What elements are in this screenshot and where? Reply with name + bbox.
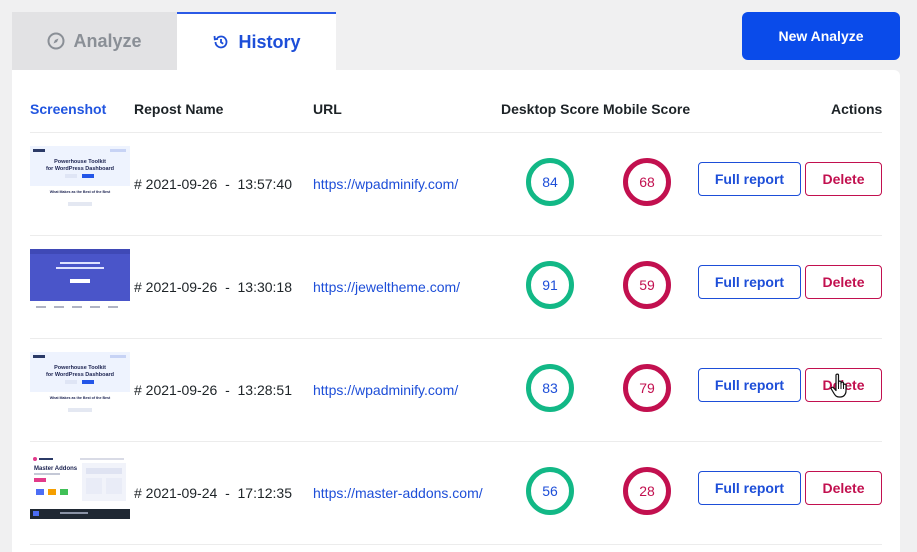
full-report-button[interactable]: Full report (698, 368, 801, 402)
full-report-button[interactable]: Full report (698, 471, 801, 505)
thumb-title: Master Addons (34, 466, 78, 472)
report-url-link[interactable]: https://master-addons.com/ (313, 485, 483, 501)
mobile-score: 28 (623, 467, 671, 515)
report-name: # 2021-09-26 - 13:28:51 (134, 382, 293, 398)
screenshot-thumbnail[interactable]: Powerhouse Toolkit for WordPress Dashboa… (30, 352, 130, 416)
full-report-button[interactable]: Full report (698, 162, 801, 196)
desktop-score: 56 (526, 467, 574, 515)
delete-button[interactable]: Delete (805, 162, 882, 196)
report-name: # 2021-09-26 - 13:30:18 (134, 279, 293, 295)
mobile-score: 79 (623, 364, 671, 412)
delete-button[interactable]: Delete (805, 471, 882, 505)
table-row: # 2021-09-26 - 13:30:18 https://jewelthe… (30, 235, 882, 338)
table-row-divider (30, 544, 882, 552)
desktop-score: 83 (526, 364, 574, 412)
desktop-score: 84 (526, 158, 574, 206)
full-report-button[interactable]: Full report (698, 265, 801, 299)
mobile-score: 68 (623, 158, 671, 206)
compass-icon (47, 32, 65, 50)
report-url-link[interactable]: https://jeweltheme.com/ (313, 279, 460, 295)
screenshot-thumbnail[interactable]: Powerhouse Toolkit for WordPress Dashboa… (30, 146, 130, 210)
tab-analyze[interactable]: Analyze (12, 12, 177, 70)
header-screenshot[interactable]: Screenshot (30, 101, 106, 117)
desktop-score: 91 (526, 261, 574, 309)
thumb-tagline: What Makes as the Best of the Best (50, 396, 111, 400)
screenshot-thumbnail[interactable]: Master Addons (30, 455, 130, 519)
header-actions: Actions (831, 101, 883, 117)
report-name: # 2021-09-24 - 17:12:35 (134, 485, 293, 501)
header-report-name: Repost Name (134, 101, 224, 117)
header-desktop-score: Desktop Score (501, 101, 600, 117)
history-icon (212, 33, 230, 51)
history-panel: Screenshot Repost Name URL Desktop Score… (12, 70, 900, 552)
table-row: Powerhouse Toolkit for WordPress Dashboa… (30, 338, 882, 441)
table-row: Master Addons # 2021-09-24 - 17:12:35 ht… (30, 441, 882, 544)
new-analyze-button[interactable]: New Analyze (742, 12, 900, 60)
report-url-link[interactable]: https://wpadminify.com/ (313, 176, 458, 192)
report-name: # 2021-09-26 - 13:57:40 (134, 176, 293, 192)
tab-history[interactable]: History (177, 12, 336, 70)
header-mobile-score: Mobile Score (603, 101, 691, 117)
thumb-subtitle: for WordPress Dashboard (46, 372, 114, 378)
header-url: URL (313, 101, 342, 117)
screenshot-thumbnail[interactable] (30, 249, 130, 313)
hand-cursor-icon (830, 373, 850, 404)
thumb-title: Powerhouse Toolkit (54, 159, 106, 165)
delete-button[interactable]: Delete (805, 265, 882, 299)
report-url-link[interactable]: https://wpadminify.com/ (313, 382, 458, 398)
thumb-title: Powerhouse Toolkit (54, 365, 106, 371)
tab-history-label: History (238, 31, 301, 52)
table-row: Powerhouse Toolkit for WordPress Dashboa… (30, 132, 882, 235)
thumb-subtitle: for WordPress Dashboard (46, 166, 114, 172)
thumb-tagline: What Makes as the Best of the Best (50, 190, 111, 194)
tab-analyze-label: Analyze (73, 30, 142, 51)
mobile-score: 59 (623, 261, 671, 309)
